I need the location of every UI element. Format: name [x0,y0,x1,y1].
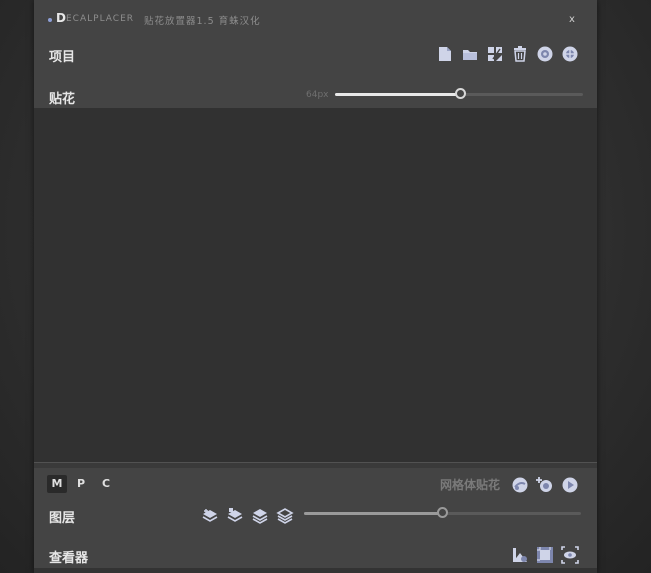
layer-slider-knob[interactable] [437,507,448,518]
layer-stack-1-icon[interactable] [200,505,220,525]
decalplacer-panel: D ECALPLACER 贴花放置器1.5 育蛛汉化 x 项目 贴花 64px … [34,0,597,573]
new-file-icon[interactable] [435,44,455,64]
mode-p-button[interactable]: P [71,475,91,493]
layers-label: 图层 [49,511,76,526]
close-button[interactable]: x [569,14,575,25]
open-folder-icon[interactable] [460,44,480,64]
title-initial: D [56,11,66,25]
layer-stack-2-icon[interactable] [225,505,245,525]
mode-m-button[interactable]: M [47,475,67,493]
layer-stack-3-icon[interactable] [250,505,270,525]
section-divider [34,462,597,468]
decal-size-slider-knob[interactable] [455,88,466,99]
decal-size-slider-fill [335,93,461,96]
titlebar: D ECALPLACER 贴花放置器1.5 育蛛汉化 x [34,8,597,32]
globe-settings-icon[interactable] [535,44,555,64]
bottom-strip [34,568,597,573]
thumbnails-icon[interactable] [485,44,505,64]
decals-label: 贴花 [49,92,76,107]
layer-slider-fill [304,512,443,515]
mesh-add-icon[interactable] [535,475,555,495]
globe-extra-icon[interactable] [560,44,580,64]
decal-size-label: 64px [306,90,329,100]
project-label: 项目 [49,50,76,65]
play-icon[interactable] [560,475,580,495]
title-text: ECALPLACER [66,14,135,24]
decal-library-area[interactable] [34,108,597,462]
mode-c-button[interactable]: C [96,475,116,493]
mesh-globe-icon[interactable] [510,475,530,495]
viewer-shape-icon[interactable] [510,545,530,565]
delete-icon[interactable] [510,44,530,64]
viewer-label: 查看器 [49,551,89,566]
title-subtitle: 贴花放置器1.5 育蛛汉化 [144,16,261,27]
layer-stack-4-icon[interactable] [275,505,295,525]
title-dot-icon [48,18,52,22]
viewer-eye-icon[interactable] [560,545,580,565]
viewer-frame-icon[interactable] [535,545,555,565]
mesh-decal-label: 网格体贴花 [440,478,501,492]
